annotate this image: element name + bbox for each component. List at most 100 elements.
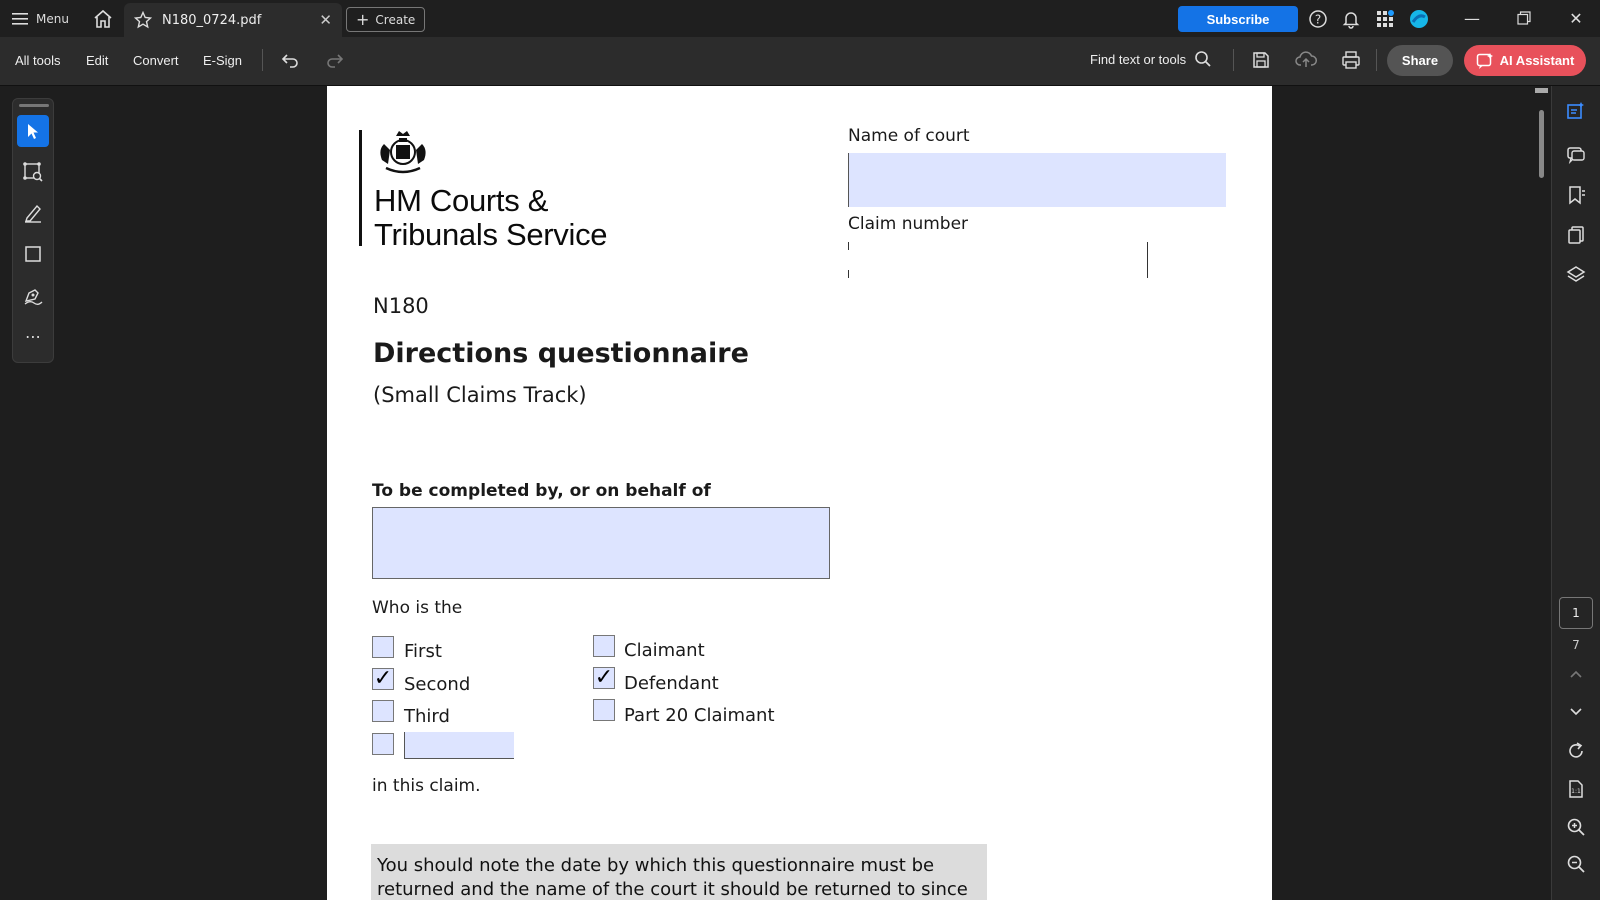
cloud-upload-icon[interactable] [1295,49,1317,71]
share-button[interactable]: Share [1387,45,1453,76]
ai-assistant-icon [1476,52,1493,69]
find-label: Find text or tools [1090,51,1187,67]
document-tab[interactable]: N180_0724.pdf ✕ [124,3,342,37]
option-part-20-claimant-label: Part 20 Claimant [624,705,775,726]
drag-handle[interactable] [19,104,49,107]
claim-number-label: Claim number [848,214,969,234]
name-of-court-field[interactable] [848,153,1226,207]
zoom-out-icon[interactable] [1565,853,1587,875]
chevron-up-icon[interactable] [1565,664,1587,686]
plus-icon: + [356,9,370,29]
chevron-down-icon[interactable] [1565,700,1587,722]
save-icon[interactable] [1250,49,1272,71]
create-button[interactable]: + Create [346,7,426,32]
option-claimant-label: Claimant [624,640,705,661]
completed-by-label: To be completed by, or on behalf of [372,481,711,501]
tab-all-tools[interactable]: All tools [15,53,61,68]
apps-grid-icon[interactable] [1374,8,1396,30]
svg-text:?: ? [1315,13,1321,27]
zoom-in-icon[interactable] [1565,816,1587,838]
undo-icon[interactable] [279,49,301,71]
form-subtitle: (Small Claims Track) [373,383,587,407]
checkmark-icon: ✓ [594,665,614,690]
checkmark-icon: ✓ [373,666,393,691]
current-page-input[interactable]: 1 [1559,597,1593,629]
menu-button[interactable]: Menu [12,8,69,30]
area-select-icon[interactable] [17,156,49,188]
print-icon[interactable] [1340,49,1362,71]
quick-tools-panel: ⋯ [12,98,54,363]
fit-page-icon[interactable]: 1:1 [1565,778,1587,800]
form-code: N180 [373,294,429,318]
subscribe-button[interactable]: Subscribe [1178,6,1298,32]
notice-line-1: You should note the date by which this q… [377,855,935,876]
close-window-icon[interactable]: ✕ [1556,5,1596,31]
bookmarks-icon[interactable] [1565,184,1587,206]
checkbox-defendant[interactable]: ✓ [593,667,615,689]
form-title: Directions questionnaire [373,338,749,369]
option-second-label: Second [404,674,471,695]
right-panel-rail: 1 7 1:1 [1551,86,1600,900]
option-defendant-label: Defendant [624,673,719,694]
who-is-label: Who is the [372,598,463,618]
help-icon[interactable]: ? [1307,8,1329,30]
shape-tool-icon[interactable] [17,238,49,270]
svg-text:1:1: 1:1 [1571,788,1581,795]
profile-avatar-icon[interactable] [1408,8,1430,30]
create-label: Create [375,12,416,27]
toolbar-divider [1376,49,1377,71]
highlight-pen-icon[interactable] [17,197,49,229]
completed-by-field[interactable] [372,507,830,579]
home-icon[interactable] [92,8,114,30]
pdf-page: HM Courts & Tribunals Service Name of co… [327,86,1272,900]
checkbox-part-20-claimant[interactable] [593,699,615,721]
checkbox-third[interactable] [372,700,394,722]
ai-assistant-label: AI Assistant [1499,53,1575,68]
royal-crest-icon [380,131,426,174]
bell-icon[interactable] [1340,8,1362,30]
sign-tool-icon[interactable] [17,279,49,311]
more-tools-icon[interactable]: ⋯ [17,320,49,352]
org-name-line-2: Tribunals Service [374,217,608,252]
scrollbar-thumb[interactable] [1539,110,1544,178]
title-bar: Menu N180_0724.pdf ✕ + Create Subscribe … [0,0,1600,37]
vertical-scrollbar[interactable] [1532,86,1550,900]
close-tab-icon[interactable]: ✕ [319,11,332,29]
tab-e-sign[interactable]: E-Sign [203,53,242,68]
tab-title: N180_0724.pdf [162,12,262,28]
option-first-label: First [404,641,442,662]
tab-edit[interactable]: Edit [86,53,108,68]
org-name-line-1: HM Courts & [374,183,549,218]
notice-line-2: returned and the name of the court it sh… [377,879,968,900]
total-pages: 7 [1572,638,1580,652]
select-tool-icon[interactable] [17,115,49,147]
comments-icon[interactable] [1565,144,1587,166]
name-of-court-label: Name of court [848,126,970,146]
ai-assistant-button[interactable]: AI Assistant [1464,45,1586,76]
claim-number-field[interactable] [848,242,1148,278]
tab-convert[interactable]: Convert [133,53,179,68]
hamburger-icon [12,13,28,25]
scrollbar-cap [1535,88,1548,93]
checkbox-claimant[interactable] [593,635,615,657]
star-icon[interactable] [134,11,152,29]
menu-label: Menu [36,12,69,26]
other-party-field[interactable] [404,732,514,759]
pages-icon[interactable] [1565,224,1587,246]
in-this-claim-label: in this claim. [372,776,481,796]
main-toolbar: All tools Edit Convert E-Sign Find text … [0,37,1600,86]
find-text-or-tools[interactable]: Find text or tools [1090,50,1212,68]
rotate-icon[interactable] [1565,740,1587,762]
toolbar-divider [262,49,263,71]
checkbox-first[interactable] [372,636,394,658]
hmcts-logo: HM Courts & Tribunals Service [359,130,608,252]
option-third-label: Third [404,706,450,727]
layers-icon[interactable] [1565,264,1587,286]
redo-icon[interactable] [324,49,346,71]
minimize-icon[interactable]: — [1452,5,1492,31]
restore-icon[interactable] [1504,5,1544,31]
notice-box: You should note the date by which this q… [371,844,987,900]
checkbox-other[interactable] [372,733,394,755]
checkbox-second[interactable]: ✓ [372,668,394,690]
edit-document-icon[interactable] [1565,100,1587,122]
